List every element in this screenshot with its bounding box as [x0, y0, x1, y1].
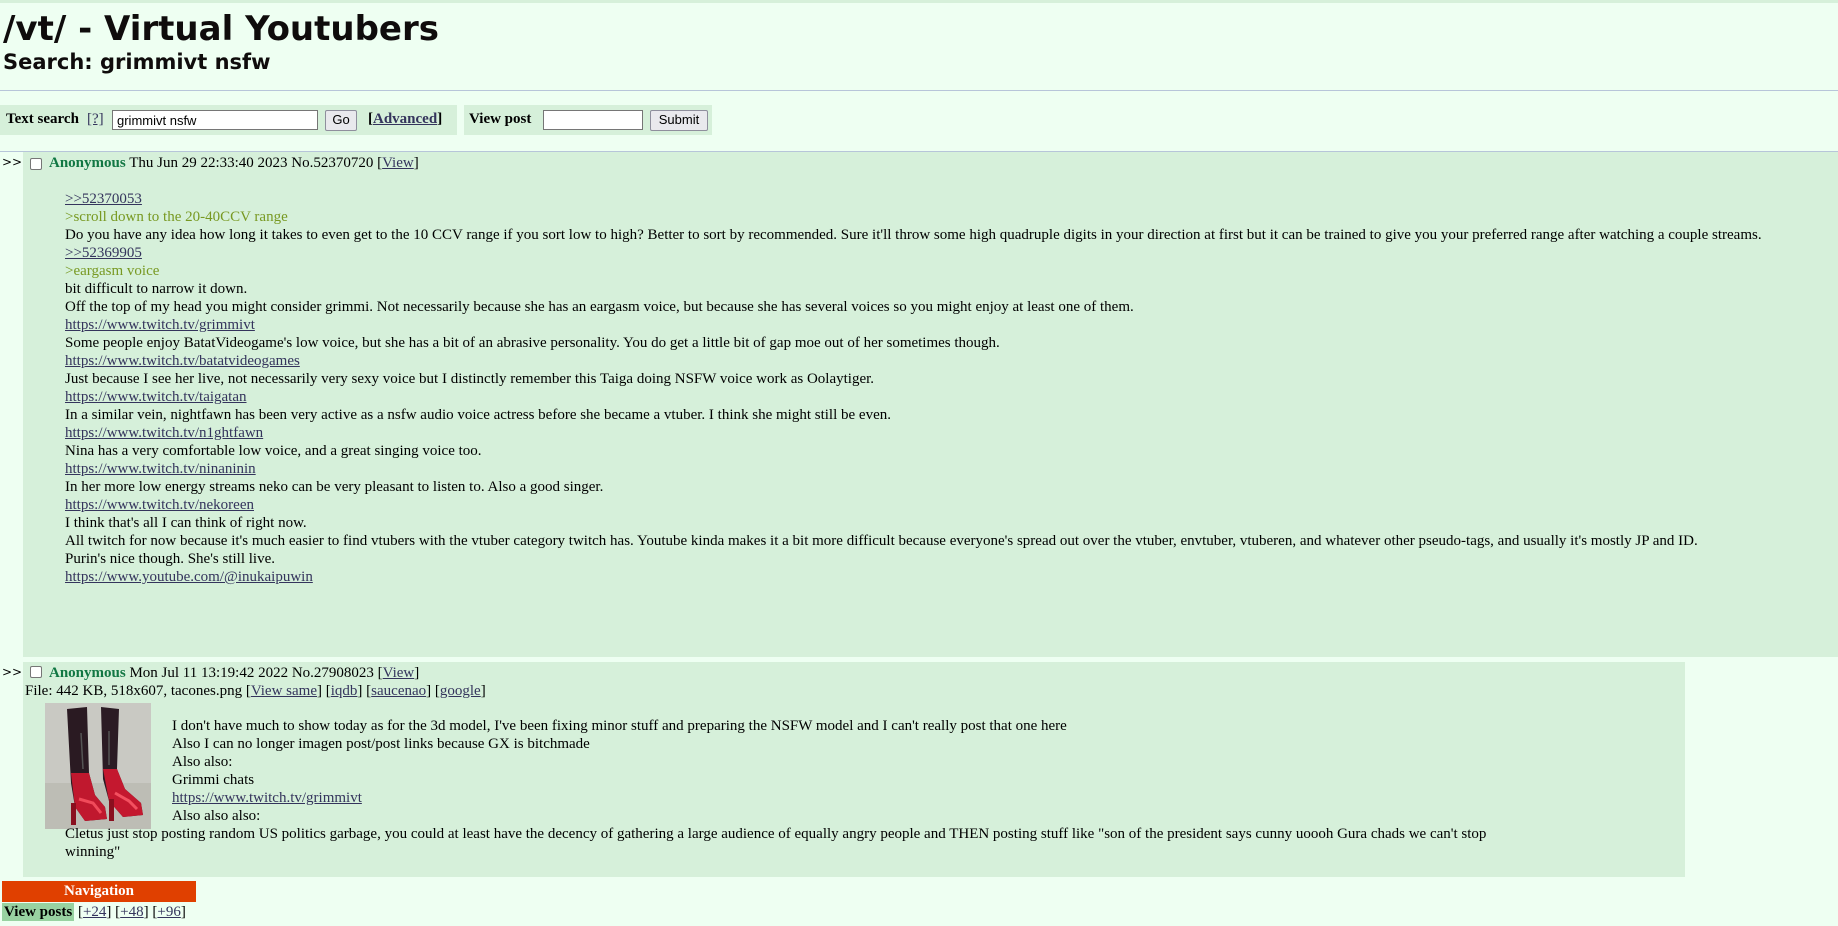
post-text-line: Cletus just stop posting random US polit… — [65, 826, 1487, 860]
post-text-line: Nina has a very comfortable low voice, a… — [65, 443, 482, 459]
search-input[interactable] — [112, 110, 318, 130]
external-link[interactable]: https://www.twitch.tv/ninaninin — [65, 460, 1785, 478]
google-link[interactable]: google — [440, 683, 481, 699]
view-post-form: View post Submit — [464, 105, 712, 135]
saucenao-link[interactable]: saucenao — [371, 683, 426, 699]
post-info: Anonymous Mon Jul 11 13:19:42 2022 No.27… — [49, 665, 420, 681]
page-header: /vt/ - Virtual Youtubers Search: grimmiv… — [0, 3, 1838, 75]
post-datetime: Mon Jul 11 13:19:42 2022 — [129, 665, 289, 681]
external-link[interactable]: https://www.youtube.com/@inukaipuwin — [65, 568, 1785, 586]
post-body: I don't have much to show today as for t… — [65, 717, 1662, 861]
post-text-line: bit difficult to narrow it down. — [65, 281, 248, 297]
iqdb-link[interactable]: iqdb — [331, 683, 358, 699]
post-text-line: Some people enjoy BatatVideogame's low v… — [65, 335, 1000, 351]
board-title: /vt/ - Virtual Youtubers — [3, 9, 439, 49]
post-thumbnail[interactable] — [45, 703, 151, 829]
search-bar: Text search [?] Go [Advanced] View post … — [0, 91, 1838, 151]
view-plus-48-link[interactable]: +48 — [120, 904, 143, 920]
search-help-link[interactable]: [?] — [87, 111, 104, 128]
post-number[interactable]: No.52370720 — [291, 155, 373, 171]
quote-link[interactable]: >>52369905 — [65, 244, 1785, 262]
view-post-label: View post — [469, 111, 532, 127]
post-text-line: Off the top of my head you might conside… — [65, 299, 1134, 315]
post-text-line: Also I can no longer imagen post/post li… — [172, 736, 590, 752]
post-text-line: Also also: — [172, 754, 233, 770]
post-text-line: I think that's all I can think of right … — [65, 515, 307, 531]
text-search-form: Text search [?] Go [Advanced] — [0, 105, 457, 135]
external-link[interactable]: https://www.twitch.tv/batatvideogames — [65, 352, 1785, 370]
navigation-bar: View posts [+24] [+48] [+96] — [2, 903, 186, 921]
post-arrows: >> — [2, 665, 23, 679]
go-button[interactable]: Go — [325, 110, 357, 131]
external-link[interactable]: https://www.twitch.tv/grimmivt — [65, 316, 1785, 334]
post-text-line: Purin's nice though. She's still live. — [65, 551, 275, 567]
post-text-line: Do you have any idea how long it takes t… — [65, 227, 1762, 243]
post-text-line: All twitch for now because it's much eas… — [65, 533, 1698, 549]
submit-button[interactable]: Submit — [650, 110, 708, 131]
post-text-line: Just because I see her live, not necessa… — [65, 371, 875, 387]
post-text-line: In a similar vein, nightfawn has been ve… — [65, 407, 891, 423]
post-number[interactable]: No.27908023 — [292, 665, 374, 681]
external-link[interactable]: https://www.twitch.tv/grimmivt — [172, 789, 1662, 807]
post-info: Anonymous Thu Jun 29 22:33:40 2023 No.52… — [49, 155, 419, 171]
greentext-line: >scroll down to the 20-40CCV range — [65, 209, 288, 225]
external-link[interactable]: https://www.twitch.tv/nekoreen — [65, 496, 1785, 514]
search-title: Search: grimmivt nsfw — [3, 50, 271, 74]
post-body: >>52370053 >scroll down to the 20-40CCV r… — [65, 190, 1785, 586]
view-same-link[interactable]: View same — [251, 683, 317, 699]
view-plus-24-link[interactable]: +24 — [83, 904, 106, 920]
file-info: File: 442 KB, 518x607, tacones.png [View… — [25, 683, 486, 699]
post-datetime: Thu Jun 29 22:33:40 2023 — [129, 155, 288, 171]
post-text-line: I don't have much to show today as for t… — [172, 718, 1067, 734]
post-text-line: In her more low energy streams neko can … — [65, 479, 604, 495]
text-search-label: Text search — [6, 111, 79, 127]
post-arrows: >> — [2, 155, 23, 169]
boots-image — [45, 703, 151, 829]
advanced-search-link[interactable]: Advanced — [373, 111, 437, 127]
post-text-line: Grimmi chats — [172, 772, 255, 788]
quote-link[interactable]: >>52370053 — [65, 190, 1785, 208]
external-link[interactable]: https://www.twitch.tv/taigatan — [65, 388, 1785, 406]
file-meta: File: 442 KB, 518x607, tacones.png — [25, 683, 243, 699]
poster-name: Anonymous — [49, 665, 126, 681]
view-plus-96-link[interactable]: +96 — [157, 904, 180, 920]
post-text-line: Also also also: — [172, 808, 261, 824]
poster-name: Anonymous — [49, 155, 126, 171]
navigation-title: Navigation — [2, 881, 196, 902]
view-post-link[interactable]: View — [383, 665, 415, 681]
view-post-input[interactable] — [543, 110, 643, 130]
external-link[interactable]: https://www.twitch.tv/n1ghtfawn — [65, 424, 1785, 442]
greentext-line: >eargasm voice — [65, 263, 160, 279]
post-checkbox[interactable] — [30, 666, 42, 678]
view-post-link[interactable]: View — [382, 155, 414, 171]
post-checkbox[interactable] — [30, 158, 42, 170]
view-posts-label: View posts — [2, 903, 75, 921]
